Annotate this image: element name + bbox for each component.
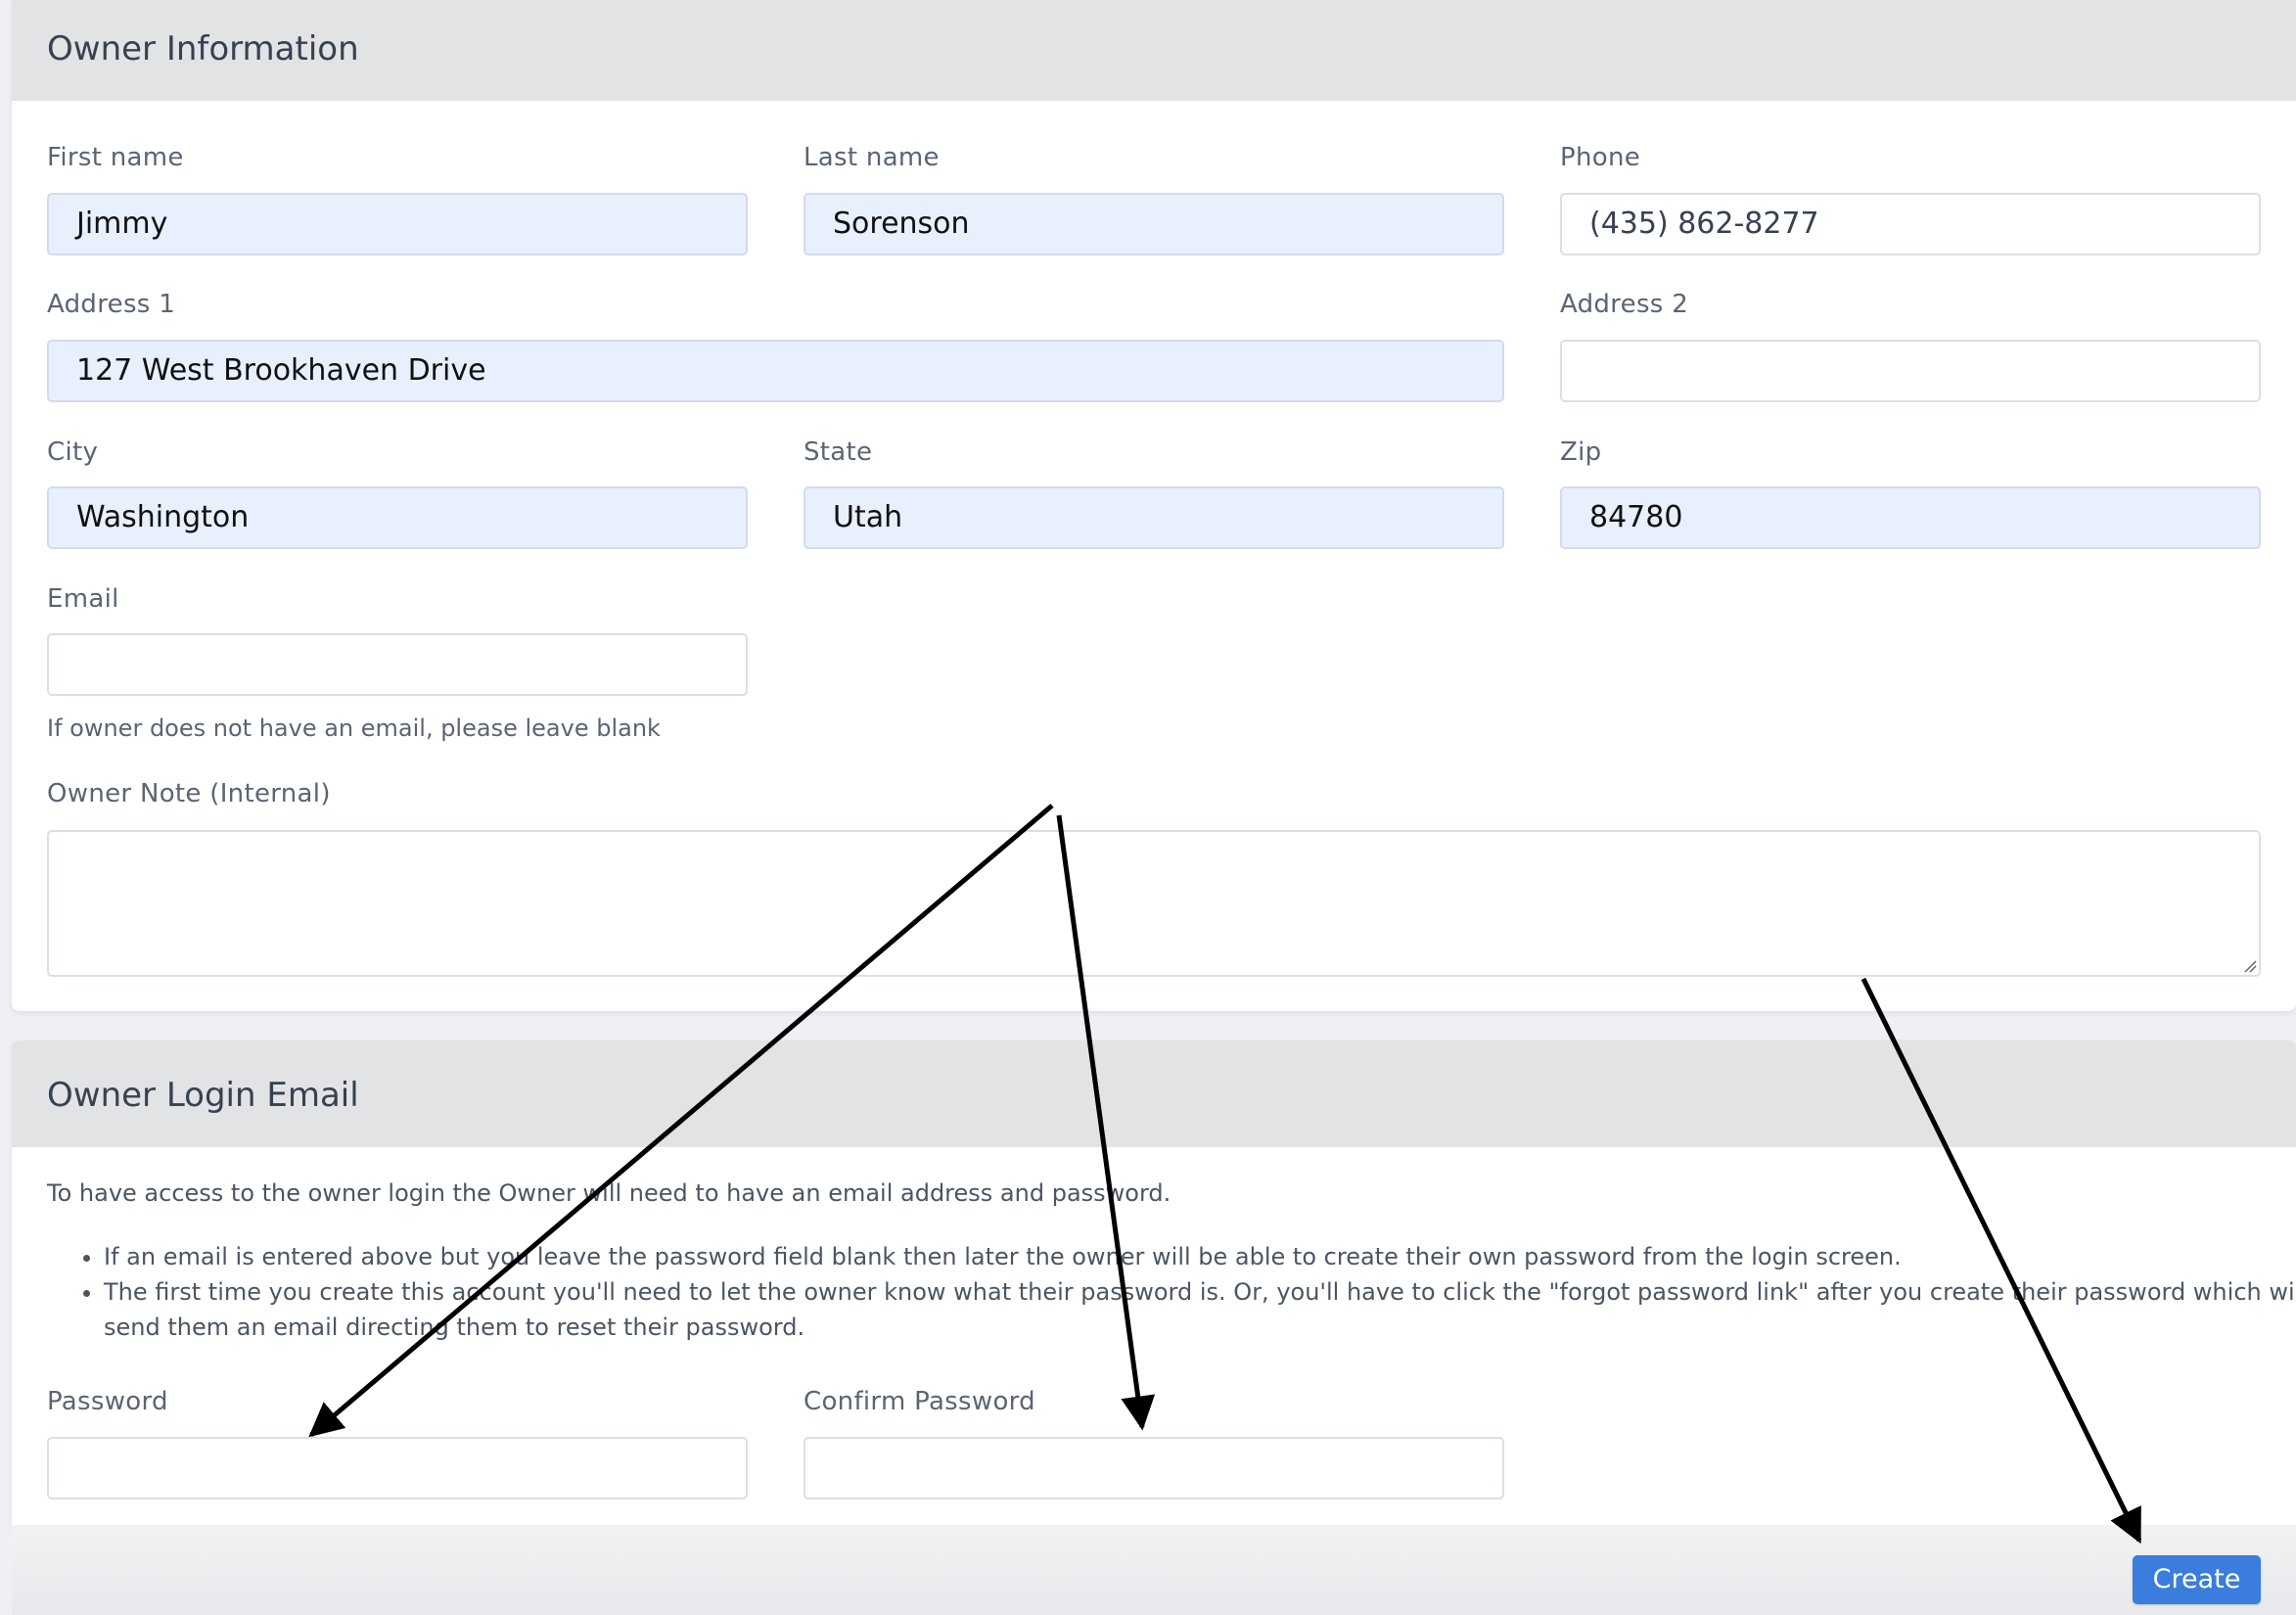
list-item: The first time you create this account y… — [104, 1274, 2296, 1345]
owner-note-textarea[interactable] — [47, 830, 2261, 977]
password-input[interactable] — [47, 1437, 748, 1500]
email-input[interactable] — [47, 633, 748, 696]
address2-input[interactable] — [1560, 340, 2261, 402]
last-name-label: Last name — [804, 143, 940, 172]
address1-input[interactable]: 127 West Brookhaven Drive — [47, 340, 1504, 402]
first-name-label: First name — [47, 143, 184, 172]
login-notes-list: If an email is entered above but you lea… — [69, 1239, 2296, 1345]
owner-information-header: Owner Information — [12, 0, 2296, 101]
state-input[interactable]: Utah — [804, 486, 1504, 549]
form-footer — [12, 1525, 2296, 1615]
login-intro-text: To have access to the owner login the Ow… — [47, 1179, 1171, 1207]
email-help-text: If owner does not have an email, please … — [47, 715, 661, 742]
phone-label: Phone — [1560, 143, 1641, 172]
email-label: Email — [47, 584, 119, 614]
city-label: City — [47, 438, 99, 467]
create-button[interactable]: Create — [2133, 1555, 2261, 1604]
confirm-password-input[interactable] — [804, 1437, 1504, 1500]
zip-input[interactable]: 84780 — [1560, 486, 2261, 549]
address2-label: Address 2 — [1560, 290, 1689, 319]
password-label: Password — [47, 1387, 168, 1416]
confirm-password-label: Confirm Password — [804, 1387, 1035, 1416]
owner-note-label: Owner Note (Internal) — [47, 779, 331, 808]
resize-grip-icon[interactable] — [2241, 957, 2257, 973]
list-item: If an email is entered above but you lea… — [104, 1239, 2296, 1274]
zip-label: Zip — [1560, 438, 1602, 467]
first-name-input[interactable]: Jimmy — [47, 193, 748, 255]
phone-input[interactable]: (435) 862-8277 — [1560, 193, 2261, 255]
last-name-input[interactable]: Sorenson — [804, 193, 1504, 255]
address1-label: Address 1 — [47, 290, 176, 319]
owner-login-header: Owner Login Email — [12, 1040, 2296, 1147]
state-label: State — [804, 438, 873, 467]
city-input[interactable]: Washington — [47, 486, 748, 549]
